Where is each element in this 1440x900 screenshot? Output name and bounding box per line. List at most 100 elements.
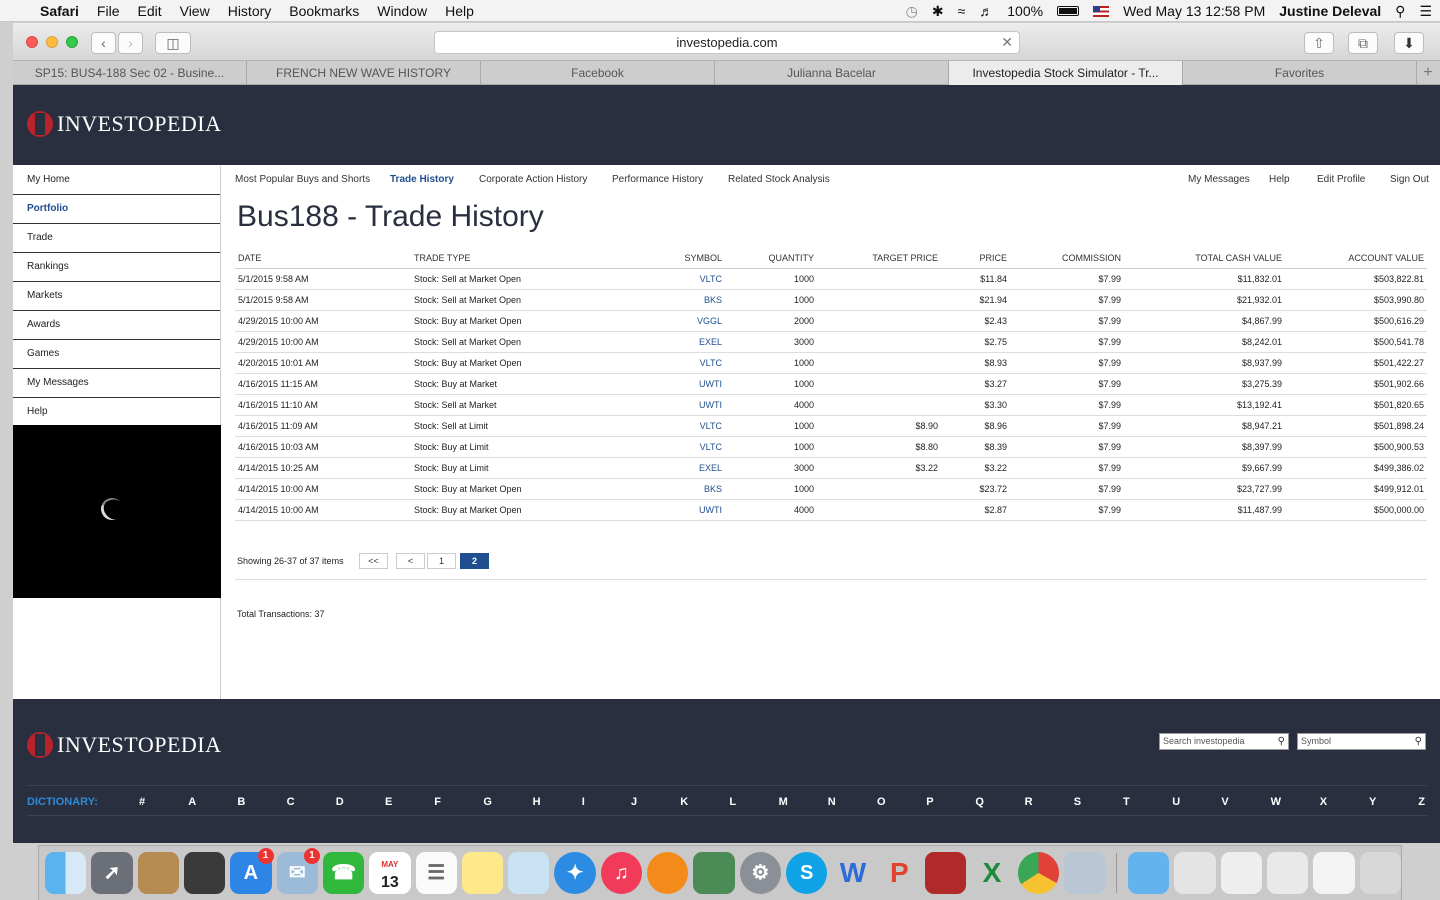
dictionary-letter-w[interactable]: W	[1271, 796, 1281, 808]
tab-favorites[interactable]: Favorites	[1183, 61, 1417, 85]
downloads-stack-icon[interactable]	[1267, 852, 1309, 894]
col-total-cash-value[interactable]: TOTAL CASH VALUE	[1124, 249, 1285, 269]
ad-video-player[interactable]	[13, 425, 221, 598]
dictionary-letter-g[interactable]: G	[483, 796, 492, 808]
symbol-link[interactable]: UWTI	[641, 373, 725, 395]
launchpad-icon[interactable]: ➚	[91, 852, 133, 894]
col-symbol[interactable]: SYMBOL	[641, 249, 725, 269]
dictionary-letter-d[interactable]: D	[336, 796, 344, 808]
sidebar-item-portfolio[interactable]: Portfolio	[13, 195, 220, 224]
wifi-icon[interactable]: ≈	[958, 3, 966, 19]
subnav-corporate-action[interactable]: Corporate Action History	[479, 174, 587, 185]
trash-icon[interactable]	[1359, 852, 1402, 894]
col-target-price[interactable]: TARGET PRICE	[817, 249, 941, 269]
document-stack-icon[interactable]	[1174, 852, 1216, 894]
tab-investopedia[interactable]: Investopedia Stock Simulator - Tr...	[949, 61, 1183, 85]
dictionary-letter-z[interactable]: Z	[1418, 796, 1425, 808]
word-icon[interactable]: W	[832, 852, 873, 894]
dictionary-label[interactable]: DICTIONARY:	[27, 796, 98, 808]
symbol-link[interactable]: VLTC	[641, 415, 725, 437]
dictionary-letter-q[interactable]: Q	[975, 796, 984, 808]
menu-clock[interactable]: Wed May 13 12:58 PM	[1123, 3, 1265, 19]
dictionary-letter-s[interactable]: S	[1074, 796, 1081, 808]
share-button[interactable]: ⇧	[1304, 32, 1334, 54]
sidebar-item-markets[interactable]: Markets	[13, 282, 220, 311]
sidebar-item-trade[interactable]: Trade	[13, 224, 220, 253]
symbol-search-icon[interactable]: ⚲	[1415, 734, 1422, 749]
battery-icon[interactable]	[1057, 6, 1080, 16]
mail-icon[interactable]: ✉ 1	[276, 848, 320, 894]
subnav-most-popular[interactable]: Most Popular Buys and Shorts	[235, 174, 370, 185]
input-source-flag-icon[interactable]	[1093, 5, 1110, 17]
menu-file[interactable]: File	[97, 3, 120, 19]
investopedia-logo[interactable]: INVESTOPEDIA	[27, 111, 221, 137]
subnav-edit-profile[interactable]: Edit Profile	[1317, 174, 1365, 185]
col-account-value[interactable]: ACCOUNT VALUE	[1285, 249, 1427, 269]
page-2-button[interactable]: 2	[460, 553, 489, 569]
maps-icon[interactable]	[508, 852, 550, 894]
tab-julianna[interactable]: Julianna Bacelar	[715, 61, 949, 85]
footer-search-input[interactable]: Search investopedia ⚲	[1159, 733, 1289, 750]
address-bar[interactable]: investopedia.com ✕	[434, 31, 1020, 54]
menu-history[interactable]: History	[228, 3, 272, 19]
chrome-icon[interactable]	[1017, 852, 1059, 894]
document-icon[interactable]	[1220, 852, 1263, 894]
reminders-icon[interactable]: ☰	[415, 852, 457, 894]
dictionary-letter-hash[interactable]: #	[139, 796, 145, 808]
col-commission[interactable]: COMMISSION	[1010, 249, 1124, 269]
dictionary-letter-k[interactable]: K	[680, 796, 688, 808]
downloads-button[interactable]: ⬇	[1394, 32, 1424, 54]
col-quantity[interactable]: QUANTITY	[725, 249, 817, 269]
subnav-my-messages[interactable]: My Messages	[1188, 174, 1250, 185]
dictionary-letter-r[interactable]: R	[1025, 796, 1033, 808]
contacts-icon[interactable]	[137, 852, 179, 894]
volume-icon[interactable]: ♬	[979, 3, 993, 19]
facetime-icon[interactable]: ☎	[322, 852, 365, 894]
search-icon[interactable]: ⚲	[1278, 734, 1285, 749]
tab-facebook[interactable]: Facebook	[481, 61, 715, 85]
photo-booth-icon[interactable]	[693, 852, 735, 894]
dashboard-icon[interactable]	[183, 852, 226, 894]
page-prev-button[interactable]: <	[396, 553, 425, 569]
dictionary-letter-j[interactable]: J	[631, 796, 637, 808]
symbol-link[interactable]: UWTI	[641, 499, 725, 521]
symbol-link[interactable]: VLTC	[641, 268, 725, 290]
time-machine-icon[interactable]: ◷	[906, 3, 918, 20]
symbol-link[interactable]: BKS	[641, 478, 725, 500]
dictionary-letter-l[interactable]: L	[729, 796, 736, 808]
dictionary-letter-y[interactable]: Y	[1369, 796, 1376, 808]
dictionary-letter-e[interactable]: E	[385, 796, 392, 808]
forward-button[interactable]: ›	[118, 32, 143, 54]
ibooks-icon[interactable]	[647, 852, 689, 894]
symbol-link[interactable]: EXEL	[641, 331, 725, 353]
itunes-icon[interactable]: ♫	[600, 852, 643, 894]
subnav-sign-out[interactable]: Sign Out	[1390, 174, 1429, 185]
dictionary-letter-n[interactable]: N	[828, 796, 836, 808]
calendar-icon[interactable]: MAY 13	[369, 852, 411, 894]
new-tab-button[interactable]: +	[1417, 61, 1439, 85]
menu-bookmarks[interactable]: Bookmarks	[289, 3, 359, 19]
dictionary-letter-x[interactable]: X	[1320, 796, 1327, 808]
dictionary-letter-v[interactable]: V	[1221, 796, 1228, 808]
sidebar-item-my-home[interactable]: My Home	[13, 166, 220, 195]
spotlight-search-icon[interactable]: ⚲	[1395, 3, 1405, 20]
dictionary-letter-i[interactable]: I	[582, 796, 585, 808]
symbol-link[interactable]: EXEL	[641, 457, 725, 479]
menu-edit[interactable]: Edit	[137, 3, 161, 19]
subnav-performance-history[interactable]: Performance History	[612, 174, 703, 185]
symbol-link[interactable]: BKS	[641, 289, 725, 311]
subnav-related-stock-analysis[interactable]: Related Stock Analysis	[728, 174, 830, 185]
tab-french-new-wave[interactable]: FRENCH NEW WAVE HISTORY	[247, 61, 481, 85]
notification-center-icon[interactable]: ☰	[1419, 3, 1432, 20]
symbol-link[interactable]: VGGL	[641, 310, 725, 332]
tab-busine[interactable]: SP15: BUS4-188 Sec 02 - Busine...	[13, 61, 247, 85]
system-preferences-icon[interactable]: ⚙	[739, 852, 781, 894]
col-date[interactable]: DATE	[235, 249, 411, 269]
skype-icon[interactable]: S	[786, 852, 828, 894]
safari-icon[interactable]: ✦	[554, 852, 596, 894]
sidebar-item-my-messages[interactable]: My Messages	[13, 369, 220, 398]
dictionary-letter-m[interactable]: M	[779, 796, 788, 808]
col-trade-type[interactable]: TRADE TYPE	[411, 249, 641, 269]
powerpoint-icon[interactable]: P	[879, 852, 920, 894]
dictionary-letter-a[interactable]: A	[188, 796, 196, 808]
